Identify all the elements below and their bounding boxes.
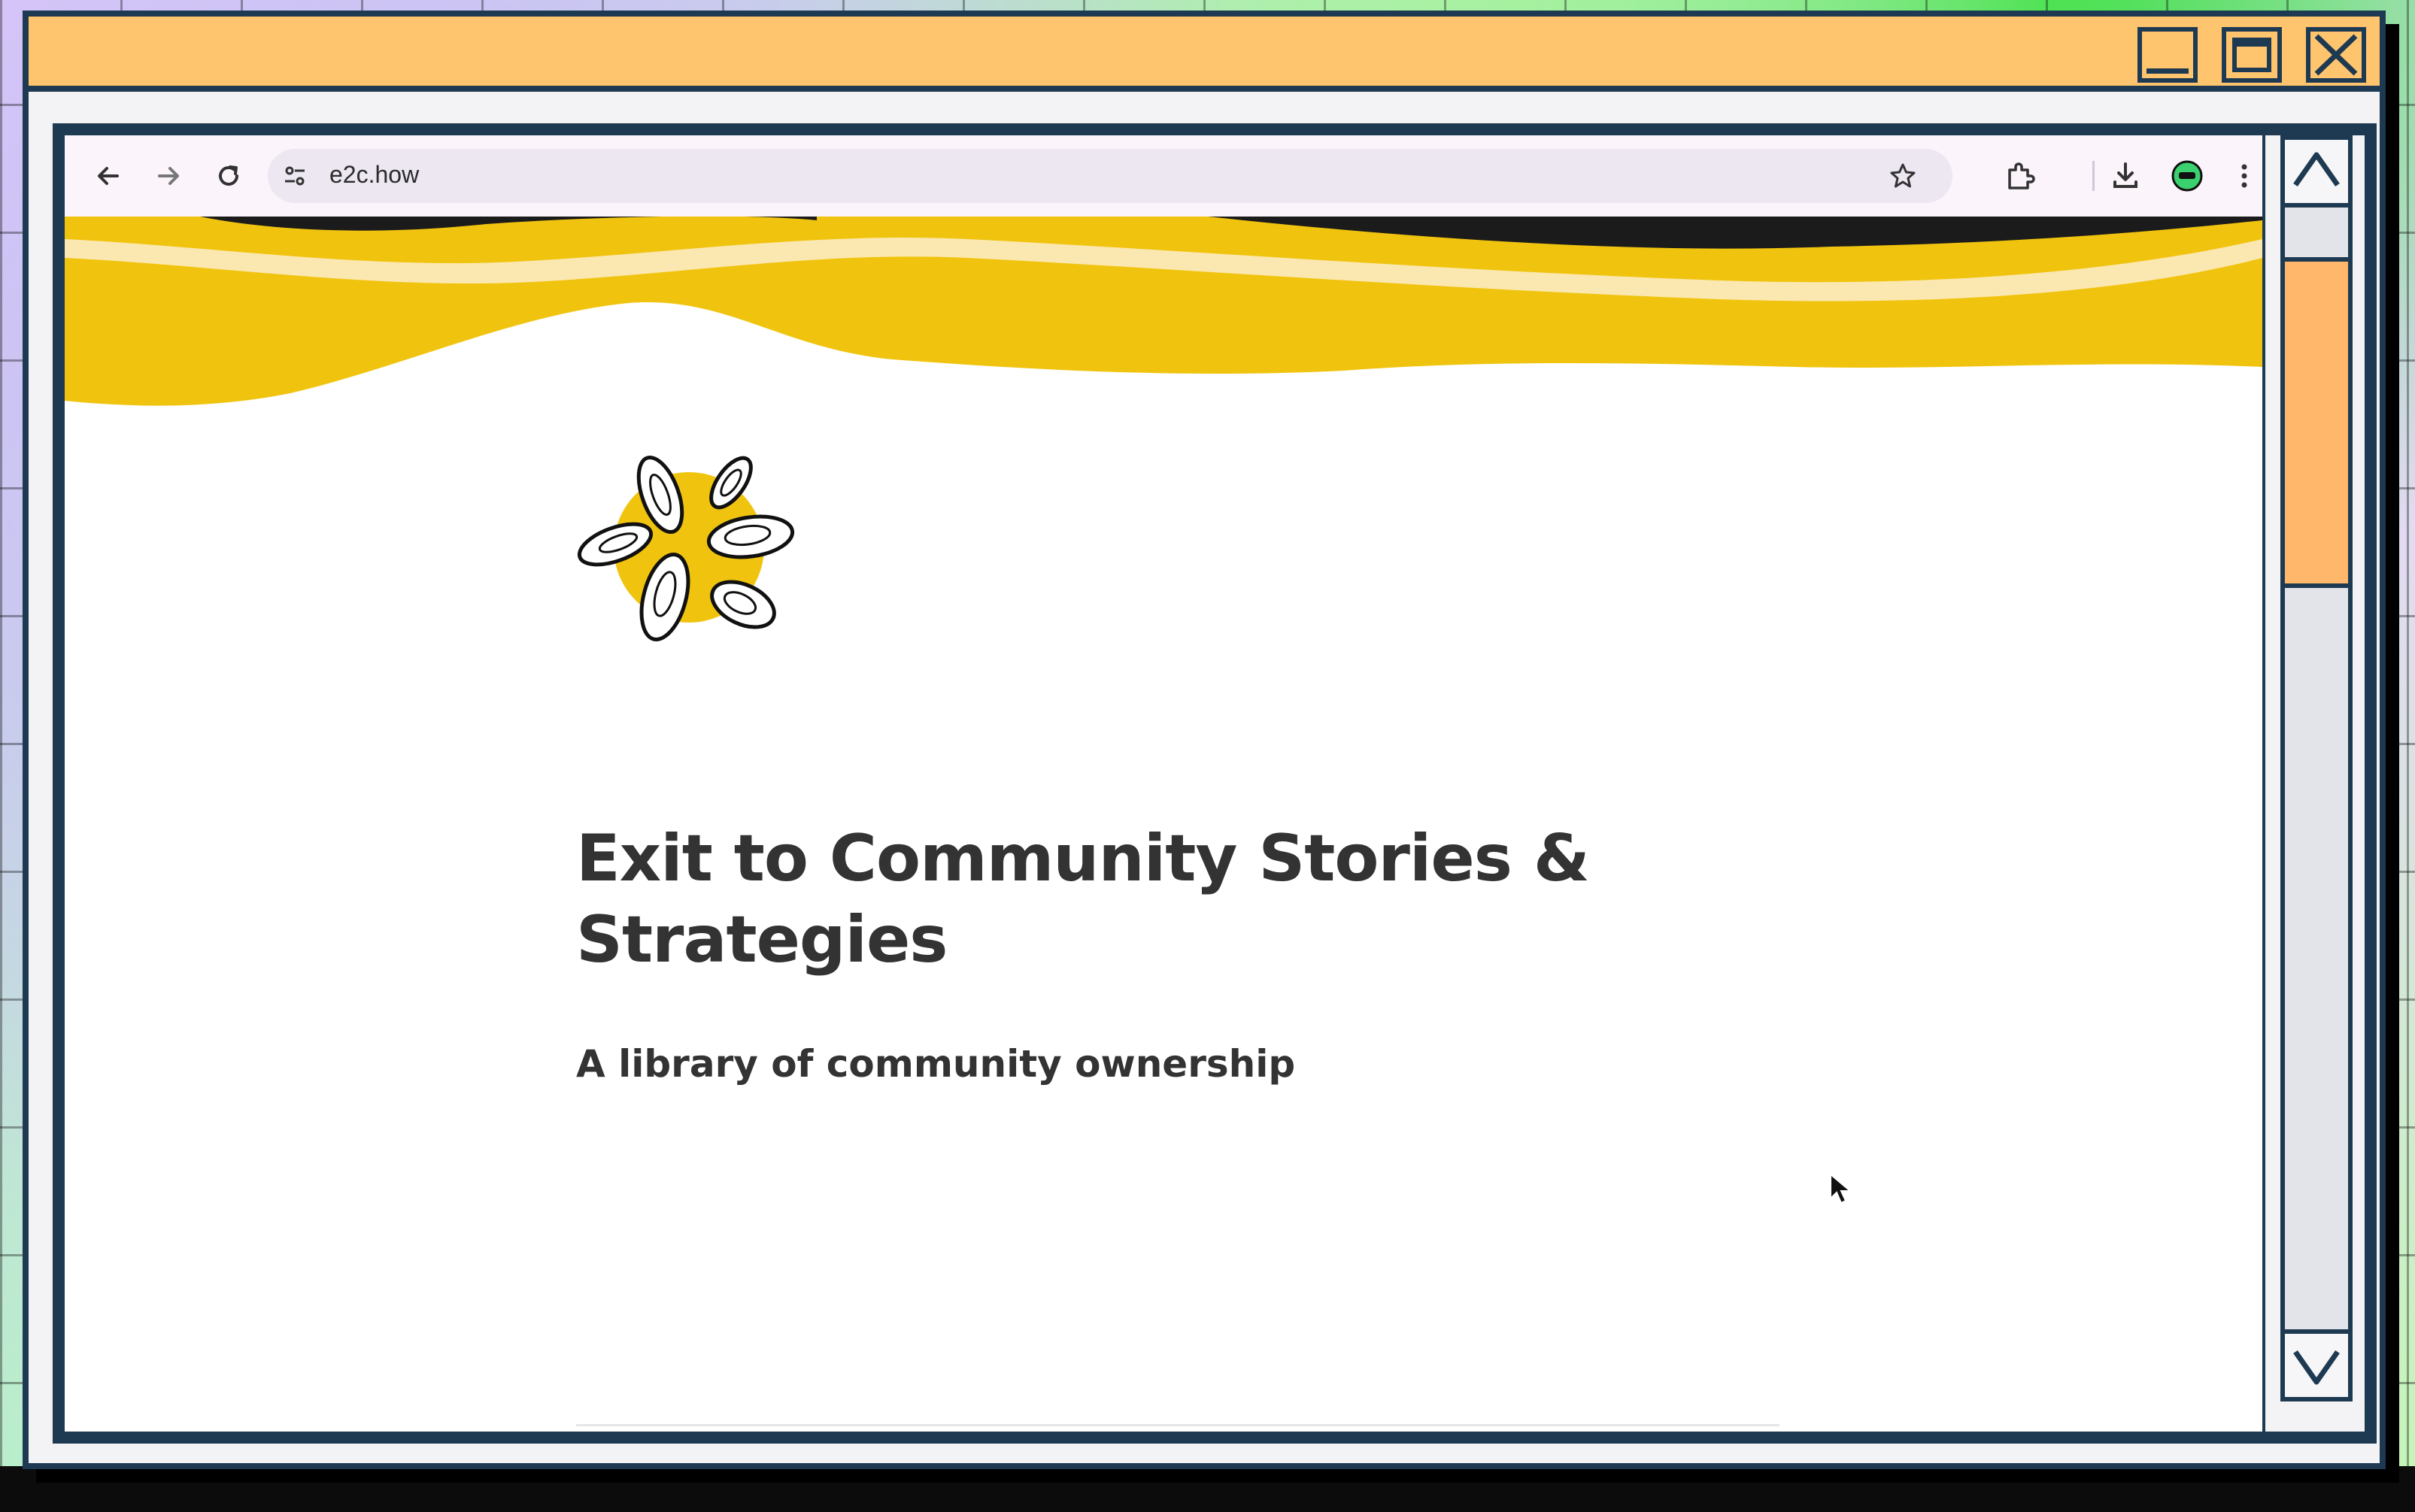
maximize-icon[interactable] [2222,27,2282,83]
page-subtitle: A library of community ownership [576,1042,1296,1086]
window-titlebar[interactable] [29,17,2380,92]
oyster-flower-logo [577,455,795,641]
star-icon[interactable] [1885,158,1921,194]
browser-viewport: e2c.how Exit to Community Stories & Stra… [65,135,2262,1432]
scroll-down-icon[interactable] [2280,1329,2353,1401]
retro-scrollbar[interactable] [2265,135,2365,1432]
reload-icon[interactable] [211,158,247,194]
extensions-icon[interactable] [2002,158,2038,194]
download-icon[interactable] [2107,158,2143,194]
address-bar[interactable]: e2c.how [268,149,1952,203]
close-icon[interactable] [2306,27,2366,83]
extension-badge-icon[interactable] [2169,158,2205,194]
url-text[interactable]: e2c.how [329,161,419,189]
more-menu-icon[interactable] [2226,158,2262,194]
web-page: Exit to Community Stories & Strategies A… [65,217,2262,1432]
scrollbar-track[interactable] [2280,208,2353,1329]
browser-toolbar: e2c.how [65,135,2262,217]
page-title: Exit to Community Stories & Strategies [576,821,1590,977]
desktop-taskbar-strip [0,1466,2415,1512]
back-arrow-icon[interactable] [90,158,126,194]
toolbar-separator [2092,161,2095,191]
header-wave-banner [65,217,2262,406]
mouse-cursor-icon [1830,1173,1852,1204]
minimize-icon[interactable] [2137,27,2198,83]
browser-frame: e2c.how Exit to Community Stories & Stra… [53,123,2377,1444]
site-settings-icon[interactable] [277,158,313,194]
forward-arrow-icon[interactable] [150,158,187,194]
scrollbar-thumb[interactable] [2285,257,2348,588]
content-divider [576,1424,1779,1426]
scroll-up-icon[interactable] [2280,135,2353,208]
